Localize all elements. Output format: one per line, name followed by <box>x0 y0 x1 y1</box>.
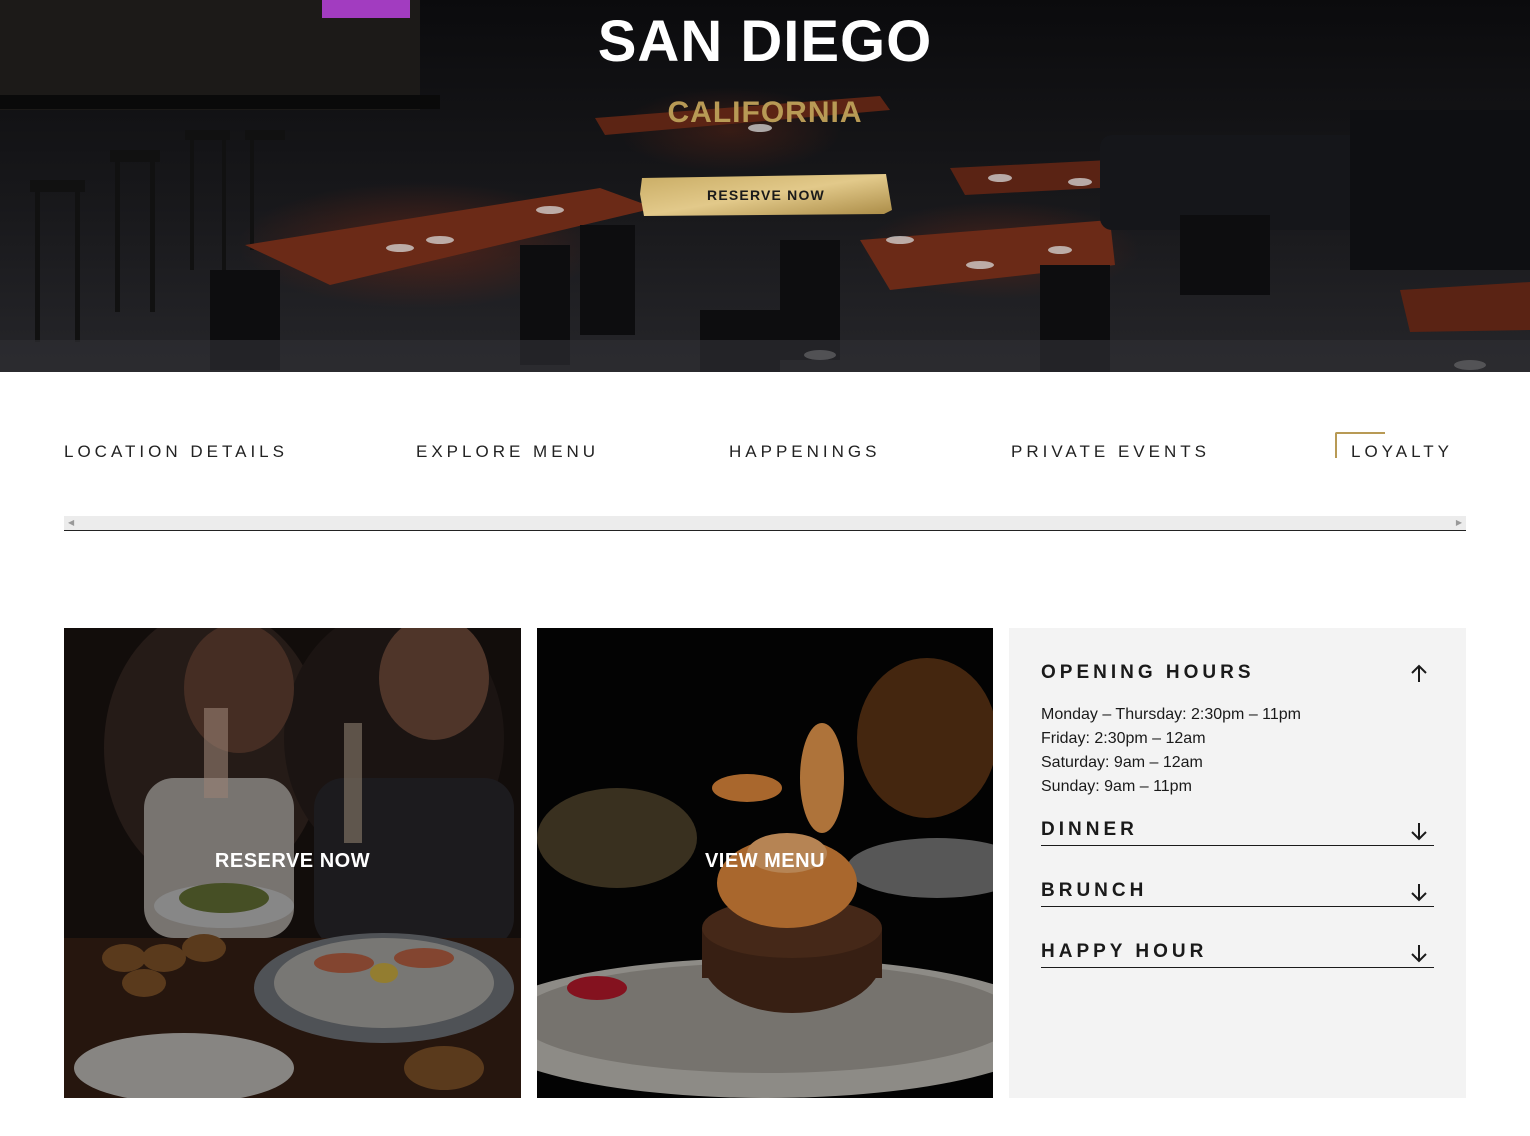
nav-active-indicator <box>1335 432 1385 458</box>
scroll-right-icon[interactable]: ▶ <box>1456 518 1462 527</box>
nav-horizontal-scrollbar[interactable]: ◀ ▶ <box>64 516 1466 531</box>
arrow-up-icon <box>1411 664 1427 682</box>
scroll-left-icon[interactable]: ◀ <box>68 518 74 527</box>
hours-line: Saturday: 9am – 12am <box>1041 754 1203 771</box>
location-subtitle: CALIFORNIA <box>667 96 863 129</box>
reserve-card[interactable]: RESERVE NOW <box>64 628 521 1098</box>
arrow-down-icon <box>1411 945 1427 963</box>
hours-panel: OPENING HOURS Monday – Thursday: 2:30pm … <box>1009 628 1466 1098</box>
hours-line: Sunday: 9am – 11pm <box>1041 778 1192 795</box>
location-nav: LOCATION DETAILS EXPLORE MENU HAPPENINGS… <box>64 442 1466 470</box>
brunch-toggle[interactable]: BRUNCH <box>1041 880 1434 902</box>
opening-hours-toggle[interactable]: OPENING HOURS <box>1041 662 1434 684</box>
nav-location-details[interactable]: LOCATION DETAILS <box>64 442 288 462</box>
brunch-title: BRUNCH <box>1041 880 1148 901</box>
divider <box>1041 906 1434 907</box>
happy-hour-title: HAPPY HOUR <box>1041 941 1208 962</box>
opening-hours-title: OPENING HOURS <box>1041 662 1255 683</box>
nav-private-events[interactable]: PRIVATE EVENTS <box>1011 442 1210 462</box>
happy-hour-toggle[interactable]: HAPPY HOUR <box>1041 941 1434 963</box>
hero-reserve-button[interactable]: RESERVE NOW <box>640 174 892 216</box>
hours-line: Friday: 2:30pm – 12am <box>1041 730 1206 747</box>
hours-line: Monday – Thursday: 2:30pm – 11pm <box>1041 706 1301 723</box>
hero-banner: SAN DIEGO CALIFORNIA RESERVE NOW <box>0 0 1530 372</box>
reserve-card-label: RESERVE NOW <box>214 850 371 872</box>
menu-card[interactable]: VIEW MENU <box>537 628 993 1098</box>
dinner-title: DINNER <box>1041 819 1138 840</box>
divider <box>1041 967 1434 968</box>
arrow-down-icon <box>1411 884 1427 902</box>
dinner-toggle[interactable]: DINNER <box>1041 819 1434 841</box>
arrow-down-icon <box>1411 823 1427 841</box>
nav-explore-menu[interactable]: EXPLORE MENU <box>416 442 599 462</box>
location-title: SAN DIEGO <box>597 9 933 74</box>
hero-reserve-label: RESERVE NOW <box>707 187 825 203</box>
menu-card-label: VIEW MENU <box>704 850 826 872</box>
nav-happenings[interactable]: HAPPENINGS <box>729 442 880 462</box>
divider <box>1041 845 1434 846</box>
